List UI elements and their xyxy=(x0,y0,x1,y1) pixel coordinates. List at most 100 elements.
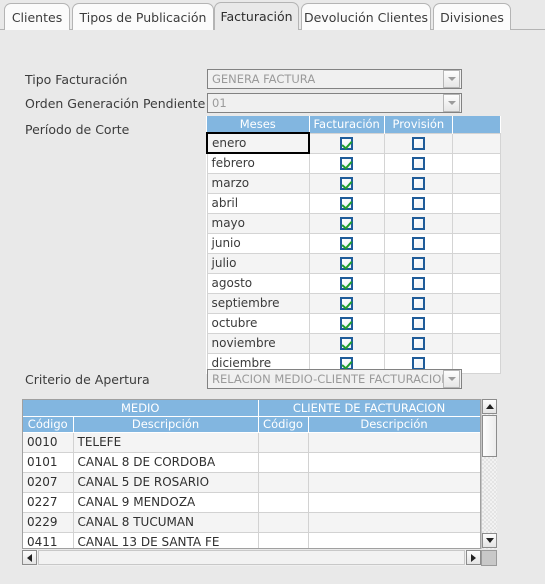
provision-checkbox-cell[interactable] xyxy=(383,132,453,154)
months-row[interactable]: abril xyxy=(206,192,501,214)
month-name-cell[interactable]: enero xyxy=(206,132,310,154)
months-row[interactable]: marzo xyxy=(206,172,501,194)
table-row[interactable]: 0101 CANAL 8 DE CORDOBA xyxy=(23,452,480,473)
tab-facturaci-n[interactable]: Facturación xyxy=(214,2,299,30)
cell-medio-descripcion[interactable]: CANAL 5 DE ROSARIO xyxy=(73,472,259,493)
cell-medio-codigo[interactable]: 0010 xyxy=(23,432,74,453)
facturacion-checkbox[interactable] xyxy=(340,277,354,290)
months-row[interactable]: julio xyxy=(206,252,501,274)
table-row[interactable]: 0010 TELEFE xyxy=(23,432,480,453)
horizontal-scroll-track[interactable] xyxy=(38,550,465,565)
months-row[interactable]: agosto xyxy=(206,272,501,294)
tab-clientes[interactable]: Clientes xyxy=(4,3,70,30)
facturacion-checkbox[interactable] xyxy=(340,317,354,330)
provision-checkbox-cell[interactable] xyxy=(383,152,453,174)
provision-checkbox-cell[interactable] xyxy=(383,332,453,354)
cell-cliente-descripcion[interactable] xyxy=(308,472,480,493)
month-name-cell[interactable]: febrero xyxy=(206,152,310,174)
cell-medio-descripcion[interactable]: TELEFE xyxy=(73,432,259,453)
month-name-cell[interactable]: mayo xyxy=(206,212,310,234)
facturacion-checkbox-cell[interactable] xyxy=(308,212,385,234)
month-name-cell[interactable]: abril xyxy=(206,192,310,214)
cell-cliente-codigo[interactable] xyxy=(258,472,309,493)
month-name-cell[interactable]: marzo xyxy=(206,172,310,194)
grid-horizontal-scrollbar[interactable] xyxy=(22,550,481,566)
provision-checkbox[interactable] xyxy=(411,297,425,310)
cell-medio-descripcion[interactable]: CANAL 8 TUCUMAN xyxy=(73,512,259,533)
provision-checkbox-cell[interactable] xyxy=(383,192,453,214)
facturacion-checkbox-cell[interactable] xyxy=(308,192,385,214)
chevron-down-icon[interactable] xyxy=(443,70,460,88)
provision-checkbox-cell[interactable] xyxy=(383,252,453,274)
facturacion-checkbox-cell[interactable] xyxy=(308,132,385,154)
tab-tipos-de-publicaci-n[interactable]: Tipos de Publicación xyxy=(72,3,214,30)
provision-checkbox[interactable] xyxy=(411,237,425,250)
cell-cliente-codigo[interactable] xyxy=(258,432,309,453)
grid-col-medio-desc[interactable]: Descripción xyxy=(73,416,259,433)
scroll-up-button[interactable] xyxy=(482,399,497,414)
facturacion-checkbox[interactable] xyxy=(340,257,354,270)
tab-devoluci-n-clientes[interactable]: Devolución Clientes xyxy=(301,3,431,30)
tipo-facturacion-dropdown[interactable]: GENERA FACTURA xyxy=(207,69,462,89)
vertical-scroll-thumb[interactable] xyxy=(482,415,497,457)
table-row[interactable]: 0227 CANAL 9 MENDOZA xyxy=(23,492,480,513)
chevron-down-icon[interactable] xyxy=(443,94,460,112)
cell-cliente-descripcion[interactable] xyxy=(308,512,480,533)
facturacion-checkbox[interactable] xyxy=(340,137,354,150)
orden-generacion-dropdown[interactable]: 01 xyxy=(207,93,462,113)
month-name-cell[interactable]: octubre xyxy=(206,312,310,334)
provision-checkbox[interactable] xyxy=(411,177,425,190)
grid-col-cliente-desc[interactable]: Descripción xyxy=(308,416,480,433)
provision-checkbox[interactable] xyxy=(411,217,425,230)
cell-cliente-codigo[interactable] xyxy=(258,532,309,548)
cell-medio-descripcion[interactable]: CANAL 8 DE CORDOBA xyxy=(73,452,259,473)
scroll-left-button[interactable] xyxy=(22,550,37,565)
cell-cliente-descripcion[interactable] xyxy=(308,432,480,453)
facturacion-checkbox[interactable] xyxy=(340,237,354,250)
provision-checkbox[interactable] xyxy=(411,277,425,290)
facturacion-checkbox-cell[interactable] xyxy=(308,272,385,294)
grid-vertical-scrollbar[interactable] xyxy=(481,399,497,549)
scroll-right-button[interactable] xyxy=(466,550,481,565)
facturacion-checkbox[interactable] xyxy=(340,217,354,230)
facturacion-checkbox[interactable] xyxy=(340,337,354,350)
month-name-cell[interactable]: julio xyxy=(206,252,310,274)
cell-medio-codigo[interactable]: 0411 xyxy=(23,532,74,548)
grid-col-medio-codigo[interactable]: Código xyxy=(23,416,74,433)
provision-checkbox[interactable] xyxy=(411,197,425,210)
grid-col-cliente-codigo[interactable]: Código xyxy=(258,416,309,433)
chevron-down-icon[interactable] xyxy=(443,370,460,388)
provision-checkbox[interactable] xyxy=(411,157,425,170)
provision-checkbox-cell[interactable] xyxy=(383,312,453,334)
facturacion-checkbox-cell[interactable] xyxy=(308,252,385,274)
month-name-cell[interactable]: noviembre xyxy=(206,332,310,354)
provision-checkbox[interactable] xyxy=(411,257,425,270)
facturacion-checkbox[interactable] xyxy=(340,157,354,170)
provision-checkbox-cell[interactable] xyxy=(383,272,453,294)
facturacion-checkbox[interactable] xyxy=(340,177,354,190)
cell-medio-descripcion[interactable]: CANAL 9 MENDOZA xyxy=(73,492,259,513)
cell-cliente-codigo[interactable] xyxy=(258,492,309,513)
facturacion-checkbox[interactable] xyxy=(340,297,354,310)
cell-cliente-codigo[interactable] xyxy=(258,452,309,473)
months-row[interactable]: octubre xyxy=(206,312,501,334)
cell-cliente-codigo[interactable] xyxy=(258,512,309,533)
provision-checkbox-cell[interactable] xyxy=(383,232,453,254)
facturacion-checkbox[interactable] xyxy=(340,197,354,210)
cell-cliente-descripcion[interactable] xyxy=(308,492,480,513)
provision-checkbox[interactable] xyxy=(411,137,425,150)
months-row[interactable]: enero xyxy=(206,132,501,154)
months-row[interactable]: noviembre xyxy=(206,332,501,354)
provision-checkbox-cell[interactable] xyxy=(383,172,453,194)
facturacion-checkbox-cell[interactable] xyxy=(308,292,385,314)
cell-medio-codigo[interactable]: 0101 xyxy=(23,452,74,473)
months-row[interactable]: febrero xyxy=(206,152,501,174)
cell-medio-descripcion[interactable]: CANAL 13 DE SANTA FE xyxy=(73,532,259,548)
provision-checkbox-cell[interactable] xyxy=(383,292,453,314)
months-row[interactable]: septiembre xyxy=(206,292,501,314)
provision-checkbox-cell[interactable] xyxy=(383,212,453,234)
scroll-down-button[interactable] xyxy=(482,533,497,548)
table-row[interactable]: 0411 CANAL 13 DE SANTA FE xyxy=(23,532,480,548)
cell-medio-codigo[interactable]: 0207 xyxy=(23,472,74,493)
facturacion-checkbox-cell[interactable] xyxy=(308,172,385,194)
